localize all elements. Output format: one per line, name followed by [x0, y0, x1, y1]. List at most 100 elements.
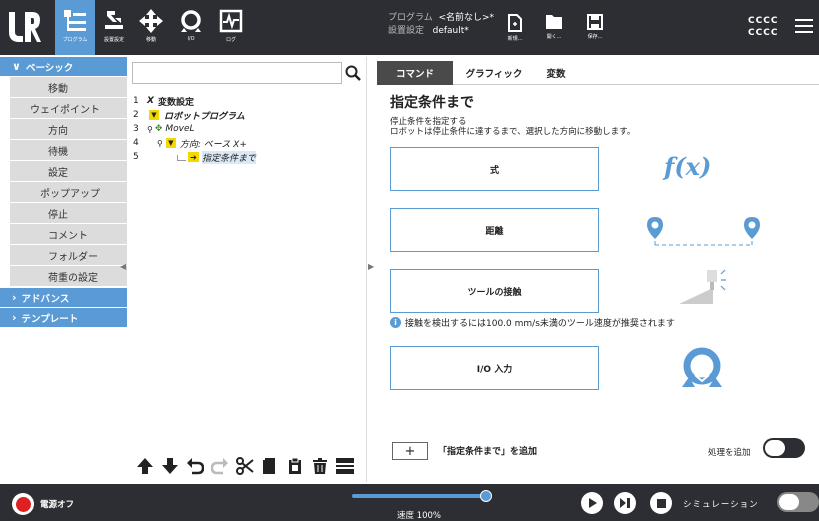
tree-row-label: ロボットプログラム — [164, 111, 245, 122]
basic-section-header[interactable]: ∨ ベーシック — [0, 57, 127, 77]
hamburger-menu-icon[interactable] — [795, 17, 813, 35]
new-file-button[interactable]: 新規... — [500, 14, 530, 52]
trash-icon — [312, 458, 327, 474]
add-process-toggle[interactable] — [763, 438, 805, 458]
program-name: <名前なし>* — [438, 13, 495, 23]
cmd-folder[interactable]: フォルダー — [10, 245, 127, 266]
tool-contact-icon — [679, 269, 726, 304]
program-icon — [64, 10, 86, 31]
play-icon — [589, 498, 597, 508]
tree-row[interactable]: 2 ▼ ロボットプログラム — [133, 109, 245, 122]
nav-log-button[interactable]: ログ — [211, 0, 251, 55]
simulation-toggle[interactable] — [777, 492, 819, 512]
copy-button[interactable] — [259, 455, 280, 477]
paste-button[interactable] — [284, 455, 305, 477]
tree-row-label: 変数設定 — [157, 97, 194, 108]
template-section-header[interactable]: › テンプレート — [0, 308, 127, 328]
nav-io-label: I/O — [187, 36, 195, 42]
tree-row[interactable]: 4 ⚲ ▼ 方向: ベース X+ — [133, 137, 247, 150]
save-file-button[interactable]: 保存... — [580, 14, 610, 52]
nav-move-label: 移動 — [145, 37, 156, 43]
pin-icon: ⚲ — [157, 138, 163, 148]
program-tree: 1 X 変数設定 2 ▼ ロボットプログラム 3 ⚲ ✥ MoveL 4 ⚲ ▼… — [127, 57, 367, 482]
open-folder-icon — [546, 15, 562, 29]
command-panel: コマンド グラフィック 変数 指定条件まで 停止条件を指定する ロボットは停止条… — [377, 57, 819, 482]
move-down-button[interactable] — [160, 455, 181, 477]
power-status-icon — [15, 496, 31, 512]
cut-button[interactable] — [235, 455, 256, 477]
nav-installation-button[interactable]: 設置設定 — [94, 0, 134, 55]
robot-id: CCCC CCCC — [748, 15, 778, 39]
tree-search-input[interactable] — [132, 62, 342, 84]
open-file-label: 開く... — [546, 34, 562, 40]
chevron-right-icon: › — [12, 311, 17, 324]
tree-row[interactable]: 1 X 変数設定 — [133, 95, 194, 108]
save-file-label: 保存... — [587, 34, 603, 40]
basic-section-label: ベーシック — [25, 62, 74, 74]
delete-button[interactable] — [309, 455, 330, 477]
description-line1: 停止条件を指定する — [390, 117, 467, 127]
step-icon — [620, 498, 630, 508]
stop-icon — [656, 498, 666, 508]
tab-graphics[interactable]: グラフィック — [453, 61, 535, 85]
install-label: 設置設定 — [388, 26, 425, 36]
tree-row-selected[interactable]: 5 ➔ 指定条件まで — [133, 150, 257, 164]
tree-toolbar — [135, 452, 359, 480]
info-text: 接触を検出するには100.0 mm/s未満のツール速度が推奨されます — [405, 319, 675, 329]
speed-slider-knob[interactable] — [480, 490, 492, 502]
arrow-down-icon — [162, 458, 179, 474]
cmd-popup[interactable]: ポップアップ — [10, 182, 127, 203]
expand-triangle-icon[interactable]: ▼ — [165, 138, 176, 148]
cmd-set[interactable]: 設定 — [10, 161, 127, 182]
cmd-move[interactable]: 移動 — [10, 77, 127, 98]
io-input-button[interactable]: I/O 入力 — [390, 346, 599, 390]
search-icon[interactable] — [345, 65, 361, 81]
log-icon — [219, 9, 243, 33]
program-label: プログラム — [388, 13, 433, 23]
toggle-knob — [779, 494, 799, 510]
speed-slider-track[interactable] — [352, 494, 486, 498]
tab-command[interactable]: コマンド — [377, 61, 453, 85]
power-button[interactable] — [12, 493, 34, 515]
chevron-down-icon: ∨ — [12, 60, 21, 73]
nav-move-button[interactable]: 移動 — [131, 0, 171, 55]
redo-icon — [211, 458, 229, 475]
expand-triangle-icon[interactable]: ▼ — [149, 110, 159, 120]
distance-icon — [647, 217, 760, 246]
open-file-button[interactable]: 開く... — [539, 14, 569, 52]
add-until-button[interactable]: + — [392, 442, 428, 460]
undo-button[interactable] — [185, 455, 206, 477]
advanced-section-label: アドバンス — [21, 293, 70, 305]
stop-button[interactable] — [650, 492, 672, 514]
tool-contact-button[interactable]: ツールの接触 — [390, 269, 599, 313]
distance-button[interactable]: 距離 — [390, 208, 599, 252]
play-button[interactable] — [581, 492, 603, 514]
app-window: 実行 プログラム 設置設定 移動 I/O ログ プログラム <名前なし>* 設置… — [0, 0, 819, 521]
tree-row[interactable]: 3 ⚲ ✥ MoveL — [133, 123, 195, 135]
cmd-wait[interactable]: 待機 — [10, 140, 127, 161]
cmd-comment[interactable]: コメント — [10, 224, 127, 245]
tree-row-number: 3 — [133, 124, 139, 134]
suppress-button[interactable] — [334, 455, 355, 477]
step-button[interactable] — [614, 492, 636, 514]
tab-bar: コマンド グラフィック 変数 — [377, 61, 819, 85]
tab-variables[interactable]: 変数 — [535, 61, 577, 85]
nav-io-button[interactable]: I/O — [171, 0, 211, 55]
cmd-halt[interactable]: 停止 — [10, 203, 127, 224]
simulation-label: シミュレーション — [683, 500, 759, 510]
tree-connector — [177, 154, 186, 161]
tree-row-label: 方向: ベース X+ — [179, 139, 247, 150]
pin-icon: ⚲ — [147, 124, 153, 134]
command-library: ∨ ベーシック 移動 ウェイポイント 方向 待機 設定 ポップアップ 停止 コメン… — [0, 57, 127, 482]
new-file-icon — [508, 14, 522, 32]
expression-button[interactable]: 式 — [390, 147, 599, 191]
nav-program-button[interactable]: プログラム — [55, 0, 95, 55]
cmd-direction[interactable]: 方向 — [10, 119, 127, 140]
tree-row-number: 4 — [133, 138, 139, 148]
move-up-button[interactable] — [135, 455, 156, 477]
bottom-bar: 電源オフ 速度 100% シミュレーション — [0, 484, 819, 521]
advanced-section-header[interactable]: › アドバンス — [0, 288, 127, 308]
cmd-waypoint[interactable]: ウェイポイント — [10, 98, 127, 119]
redo-button[interactable] — [210, 455, 231, 477]
cmd-set-payload[interactable]: 荷重の設定 — [10, 266, 127, 287]
